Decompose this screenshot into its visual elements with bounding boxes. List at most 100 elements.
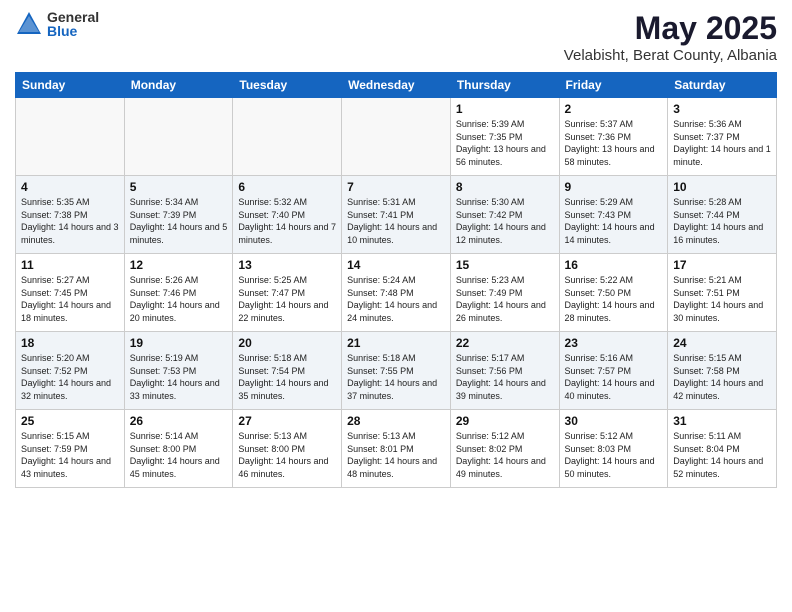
- location-title: Velabisht, Berat County, Albania: [564, 47, 777, 64]
- day-info: Sunrise: 5:35 AM Sunset: 7:38 PM Dayligh…: [21, 196, 119, 246]
- table-row: 3Sunrise: 5:36 AM Sunset: 7:37 PM Daylig…: [668, 98, 777, 176]
- table-row: 16Sunrise: 5:22 AM Sunset: 7:50 PM Dayli…: [559, 254, 668, 332]
- table-row: 9 Sunrise: 5:29 AM Sunset: 7:43 PM Daylig…: [559, 176, 668, 254]
- table-row: 31 Sunrise: 5:11 AM Sunset: 8:04 PM Dayli…: [668, 410, 777, 488]
- day-info: Sunrise: 5:31 AM Sunset: 7:41 PM Dayligh…: [347, 196, 445, 246]
- day-number: 31: [673, 414, 771, 428]
- table-row: 21 Sunrise: 5:18 AM Sunset: 7:55 PM Dayli…: [342, 332, 451, 410]
- calendar-header-row: Sunday Monday Tuesday Wednesday Thursday…: [16, 73, 777, 98]
- header: General Blue May 2025 Velabisht, Berat C…: [15, 10, 777, 64]
- day-number: 6: [238, 180, 336, 194]
- table-row: 1 Sunrise: 5:39 AM Sunset: 7:35 PM Daylig…: [450, 98, 559, 176]
- day-info: Sunrise: 5:24 AM Sunset: 7:48 PM Dayligh…: [347, 274, 445, 324]
- table-row: 18 Sunrise: 5:20 AM Sunset: 7:52 PM Dayli…: [16, 332, 125, 410]
- day-number: 11: [21, 258, 119, 272]
- day-number: 27: [238, 414, 336, 428]
- day-number: 21: [347, 336, 445, 350]
- header-saturday: Saturday: [668, 73, 777, 98]
- day-info: Sunrise: 5:37 AM Sunset: 7:36 PM Dayligh…: [565, 118, 663, 168]
- day-number: 20: [238, 336, 336, 350]
- table-row: 4 Sunrise: 5:35 AM Sunset: 7:38 PM Daylig…: [16, 176, 125, 254]
- day-info: Sunrise: 5:14 AM Sunset: 8:00 PM Dayligh…: [130, 430, 228, 480]
- day-number: 4: [21, 180, 119, 194]
- table-row: 15Sunrise: 5:23 AM Sunset: 7:49 PM Dayli…: [450, 254, 559, 332]
- day-info: Sunrise: 5:20 AM Sunset: 7:52 PM Dayligh…: [21, 352, 119, 402]
- day-info: Sunrise: 5:17 AM Sunset: 7:56 PM Dayligh…: [456, 352, 554, 402]
- day-info: Sunrise: 5:12 AM Sunset: 8:03 PM Dayligh…: [565, 430, 663, 480]
- header-wednesday: Wednesday: [342, 73, 451, 98]
- day-info: Sunrise: 5:34 AM Sunset: 7:39 PM Dayligh…: [130, 196, 228, 246]
- day-info: Sunrise: 5:16 AM Sunset: 7:57 PM Dayligh…: [565, 352, 663, 402]
- day-number: 1: [456, 102, 554, 116]
- day-number: 14: [347, 258, 445, 272]
- table-row: 27 Sunrise: 5:13 AM Sunset: 8:00 PM Dayli…: [233, 410, 342, 488]
- table-row: 29 Sunrise: 5:12 AM Sunset: 8:02 PM Dayli…: [450, 410, 559, 488]
- table-row: [16, 98, 125, 176]
- table-row: 28 Sunrise: 5:13 AM Sunset: 8:01 PM Dayli…: [342, 410, 451, 488]
- day-number: 22: [456, 336, 554, 350]
- header-tuesday: Tuesday: [233, 73, 342, 98]
- day-info: Sunrise: 5:19 AM Sunset: 7:53 PM Dayligh…: [130, 352, 228, 402]
- logo-blue-text: Blue: [47, 24, 99, 38]
- day-number: 24: [673, 336, 771, 350]
- day-info: Sunrise: 5:32 AM Sunset: 7:40 PM Dayligh…: [238, 196, 336, 246]
- table-row: 13Sunrise: 5:25 AM Sunset: 7:47 PM Dayli…: [233, 254, 342, 332]
- day-number: 28: [347, 414, 445, 428]
- table-row: 17Sunrise: 5:21 AM Sunset: 7:51 PM Dayli…: [668, 254, 777, 332]
- day-info: Sunrise: 5:27 AM Sunset: 7:45 PM Dayligh…: [21, 274, 119, 324]
- day-info: Sunrise: 5:29 AM Sunset: 7:43 PM Dayligh…: [565, 196, 663, 246]
- table-row: 2 Sunrise: 5:37 AM Sunset: 7:36 PM Daylig…: [559, 98, 668, 176]
- table-row: 11 Sunrise: 5:27 AM Sunset: 7:45 PM Dayli…: [16, 254, 125, 332]
- day-number: 7: [347, 180, 445, 194]
- day-info: Sunrise: 5:28 AM Sunset: 7:44 PM Dayligh…: [673, 196, 771, 246]
- table-row: 19 Sunrise: 5:19 AM Sunset: 7:53 PM Dayli…: [124, 332, 233, 410]
- table-row: 12Sunrise: 5:26 AM Sunset: 7:46 PM Dayli…: [124, 254, 233, 332]
- table-row: 25Sunrise: 5:15 AM Sunset: 7:59 PM Dayli…: [16, 410, 125, 488]
- day-info: Sunrise: 5:18 AM Sunset: 7:55 PM Dayligh…: [347, 352, 445, 402]
- logo-text: General Blue: [47, 10, 99, 38]
- table-row: [342, 98, 451, 176]
- header-thursday: Thursday: [450, 73, 559, 98]
- logo: General Blue: [15, 10, 99, 38]
- calendar-week-row: 11 Sunrise: 5:27 AM Sunset: 7:45 PM Dayli…: [16, 254, 777, 332]
- day-number: 15: [456, 258, 554, 272]
- day-info: Sunrise: 5:13 AM Sunset: 8:01 PM Dayligh…: [347, 430, 445, 480]
- table-row: 24 Sunrise: 5:15 AM Sunset: 7:58 PM Dayli…: [668, 332, 777, 410]
- table-row: 6 Sunrise: 5:32 AM Sunset: 7:40 PM Daylig…: [233, 176, 342, 254]
- logo-general-text: General: [47, 10, 99, 24]
- day-number: 29: [456, 414, 554, 428]
- day-number: 8: [456, 180, 554, 194]
- table-row: 8Sunrise: 5:30 AM Sunset: 7:42 PM Daylig…: [450, 176, 559, 254]
- table-row: 26Sunrise: 5:14 AM Sunset: 8:00 PM Dayli…: [124, 410, 233, 488]
- day-info: Sunrise: 5:13 AM Sunset: 8:00 PM Dayligh…: [238, 430, 336, 480]
- table-row: 7 Sunrise: 5:31 AM Sunset: 7:41 PM Daylig…: [342, 176, 451, 254]
- calendar-week-row: 4 Sunrise: 5:35 AM Sunset: 7:38 PM Daylig…: [16, 176, 777, 254]
- month-title: May 2025: [564, 10, 777, 47]
- day-number: 5: [130, 180, 228, 194]
- day-number: 3: [673, 102, 771, 116]
- day-number: 9: [565, 180, 663, 194]
- day-info: Sunrise: 5:26 AM Sunset: 7:46 PM Dayligh…: [130, 274, 228, 324]
- page: General Blue May 2025 Velabisht, Berat C…: [0, 0, 792, 612]
- day-number: 18: [21, 336, 119, 350]
- table-row: 10Sunrise: 5:28 AM Sunset: 7:44 PM Dayli…: [668, 176, 777, 254]
- calendar-week-row: 18 Sunrise: 5:20 AM Sunset: 7:52 PM Dayli…: [16, 332, 777, 410]
- header-friday: Friday: [559, 73, 668, 98]
- table-row: 5 Sunrise: 5:34 AM Sunset: 7:39 PM Daylig…: [124, 176, 233, 254]
- day-info: Sunrise: 5:39 AM Sunset: 7:35 PM Dayligh…: [456, 118, 554, 168]
- table-row: 20Sunrise: 5:18 AM Sunset: 7:54 PM Dayli…: [233, 332, 342, 410]
- day-number: 19: [130, 336, 228, 350]
- day-number: 16: [565, 258, 663, 272]
- day-number: 30: [565, 414, 663, 428]
- calendar-week-row: 1 Sunrise: 5:39 AM Sunset: 7:35 PM Daylig…: [16, 98, 777, 176]
- day-info: Sunrise: 5:25 AM Sunset: 7:47 PM Dayligh…: [238, 274, 336, 324]
- day-number: 2: [565, 102, 663, 116]
- table-row: 23Sunrise: 5:16 AM Sunset: 7:57 PM Dayli…: [559, 332, 668, 410]
- header-sunday: Sunday: [16, 73, 125, 98]
- logo-icon: [15, 10, 43, 38]
- title-block: May 2025 Velabisht, Berat County, Albani…: [564, 10, 777, 64]
- day-info: Sunrise: 5:15 AM Sunset: 7:58 PM Dayligh…: [673, 352, 771, 402]
- day-info: Sunrise: 5:12 AM Sunset: 8:02 PM Dayligh…: [456, 430, 554, 480]
- day-number: 25: [21, 414, 119, 428]
- day-info: Sunrise: 5:11 AM Sunset: 8:04 PM Dayligh…: [673, 430, 771, 480]
